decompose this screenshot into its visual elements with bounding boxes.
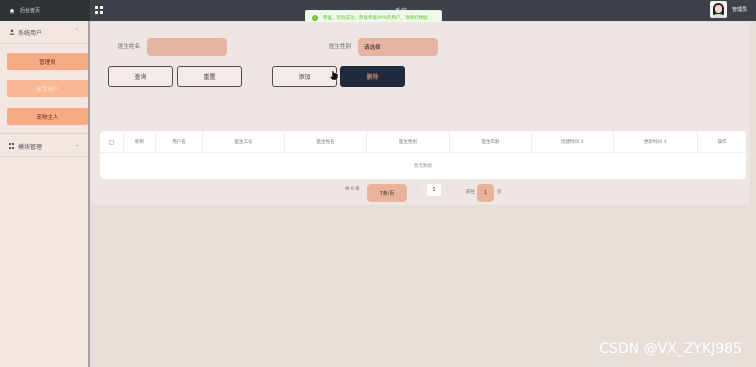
sidebar-item-pet-owner[interactable]: 宠物主人: [7, 108, 88, 125]
sidebar-group-users[interactable]: 系统用户 ⌃: [0, 21, 88, 43]
home-label: 后台首页: [20, 8, 41, 14]
sidebar: 系统用户 ⌃ 管理员 医生用户 宠物主人 模块管理 ⌄: [0, 21, 90, 367]
add-button[interactable]: 添加: [272, 66, 337, 87]
column-header: 医生姓名: [285, 131, 367, 153]
pagination-total: 共 0 条: [345, 187, 360, 192]
sidebar-group-label: 模块管理: [18, 143, 43, 151]
column-header: 昵称: [124, 131, 156, 153]
page-size-select[interactable]: 7条/页: [367, 184, 407, 202]
column-header: 用户名: [156, 131, 203, 153]
column-header: 操作: [717, 140, 727, 145]
data-table: 昵称 用户名 医生工号 医生姓名 医生性别 医生年龄 创建时间 ⇕ 更新时间 ⇕…: [100, 131, 746, 179]
column-header: 医生年龄: [450, 131, 532, 153]
check-circle-icon: ✓: [312, 14, 318, 21]
avatar[interactable]: [709, 1, 727, 18]
sidebar-item-admin[interactable]: 管理员: [7, 53, 88, 70]
sidebar-group-label: 系统用户: [18, 29, 43, 37]
home-icon: [9, 8, 15, 13]
home-link[interactable]: 后台首页: [0, 0, 90, 21]
chevron-down-icon: ⌄: [74, 142, 79, 148]
sidebar-item-doctor[interactable]: 医生用户: [7, 80, 88, 97]
column-header: 医生性别: [367, 131, 450, 153]
mouse-cursor-icon: [329, 70, 339, 81]
chevron-up-icon: ⌃: [74, 28, 79, 34]
column-header-sortable[interactable]: 创建时间 ⇕: [532, 131, 614, 153]
doctor-gender-label: 医生性别: [329, 44, 352, 50]
table-header: 昵称 用户名 医生工号 医生姓名 医生性别 医生年龄 创建时间 ⇕ 更新时间 ⇕…: [100, 131, 746, 153]
query-button[interactable]: 查询: [108, 66, 173, 87]
select-all-checkbox[interactable]: [100, 131, 124, 153]
user-menu[interactable]: 管理员: [709, 1, 747, 18]
reset-button[interactable]: 重置: [177, 66, 242, 87]
next-page-button[interactable]: ›: [447, 184, 449, 190]
menu-grid-icon[interactable]: [95, 6, 103, 14]
goto-label: 前往: [466, 190, 475, 195]
goto-page-input[interactable]: 1: [477, 184, 494, 202]
doctor-gender-select[interactable]: 请选择: [358, 38, 438, 56]
delete-button[interactable]: 删除: [340, 66, 405, 87]
watermark: CSDN @VX_ZYKJ985: [599, 341, 742, 357]
toast-message: 恭喜，检验成功，恭喜恭喜99%的用户，请按好数据: [323, 15, 428, 21]
prev-page-button[interactable]: ‹: [416, 184, 418, 190]
page-suffix: 页: [497, 190, 502, 195]
sidebar-group-modules[interactable]: 模块管理 ⌄: [0, 135, 88, 157]
page-number[interactable]: 1: [427, 184, 441, 196]
grid-icon: [9, 143, 15, 149]
doctor-name-input[interactable]: [147, 38, 227, 56]
user-name: 管理员: [731, 7, 747, 13]
user-icon: [9, 29, 15, 35]
column-header-sortable[interactable]: 更新时间 ⇕: [614, 131, 698, 153]
column-header: 医生工号: [203, 131, 285, 153]
empty-state: 暂无数据: [414, 164, 432, 169]
doctor-name-label: 医生姓名: [118, 44, 141, 50]
